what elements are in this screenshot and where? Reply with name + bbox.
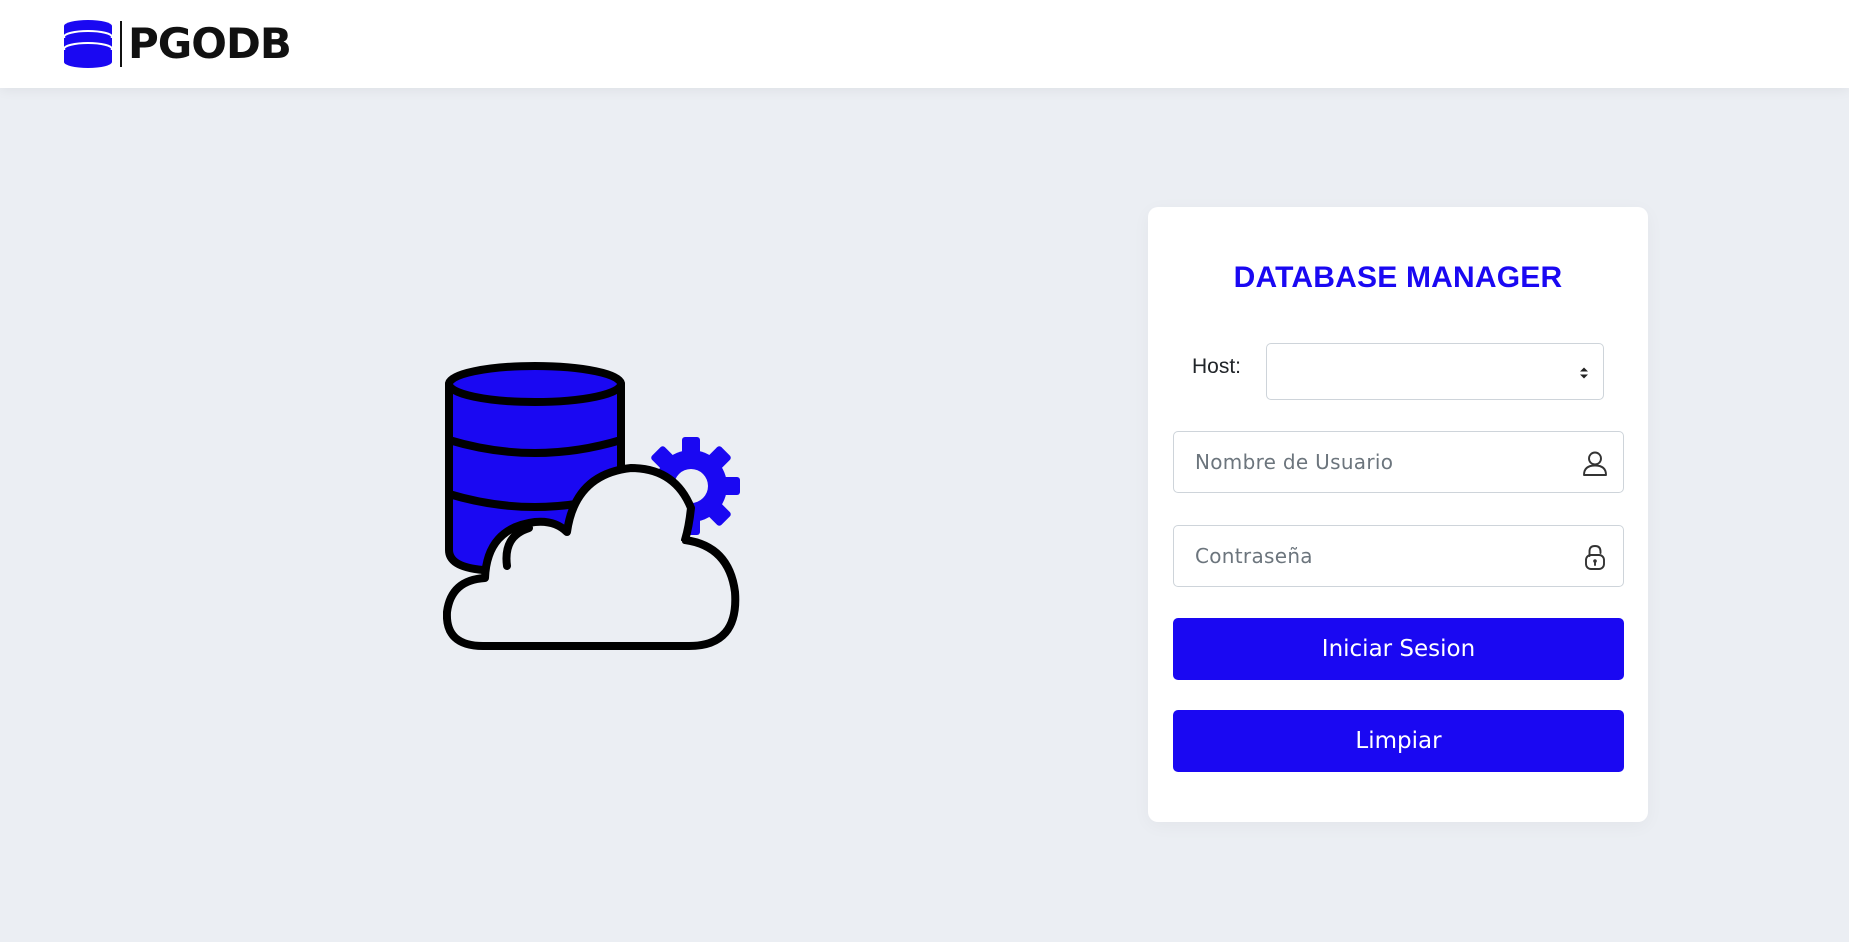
login-card: DATABASE MANAGER Host: Iniciar Sesion Li… (1148, 207, 1648, 822)
host-select[interactable] (1266, 343, 1604, 400)
brand-logo[interactable]: PGODB (62, 18, 292, 70)
host-label: Host: (1192, 355, 1242, 378)
database-cloud-gear-icon (443, 362, 740, 650)
login-title: DATABASE MANAGER (1233, 261, 1563, 294)
brand-name: PGODB (128, 19, 292, 68)
username-field[interactable] (1173, 431, 1624, 493)
database-icon (63, 20, 113, 68)
clear-button[interactable]: Limpiar (1173, 710, 1624, 772)
login-button[interactable]: Iniciar Sesion (1173, 618, 1624, 680)
user-icon (1583, 451, 1607, 476)
select-caret-icon (1580, 367, 1588, 379)
username-input[interactable] (1174, 432, 1623, 492)
password-field[interactable] (1173, 525, 1624, 587)
hero-illustration (443, 362, 748, 652)
brand-separator (120, 21, 122, 67)
navbar: PGODB (0, 0, 1849, 88)
password-input[interactable] (1174, 526, 1623, 586)
lock-icon (1585, 545, 1605, 570)
